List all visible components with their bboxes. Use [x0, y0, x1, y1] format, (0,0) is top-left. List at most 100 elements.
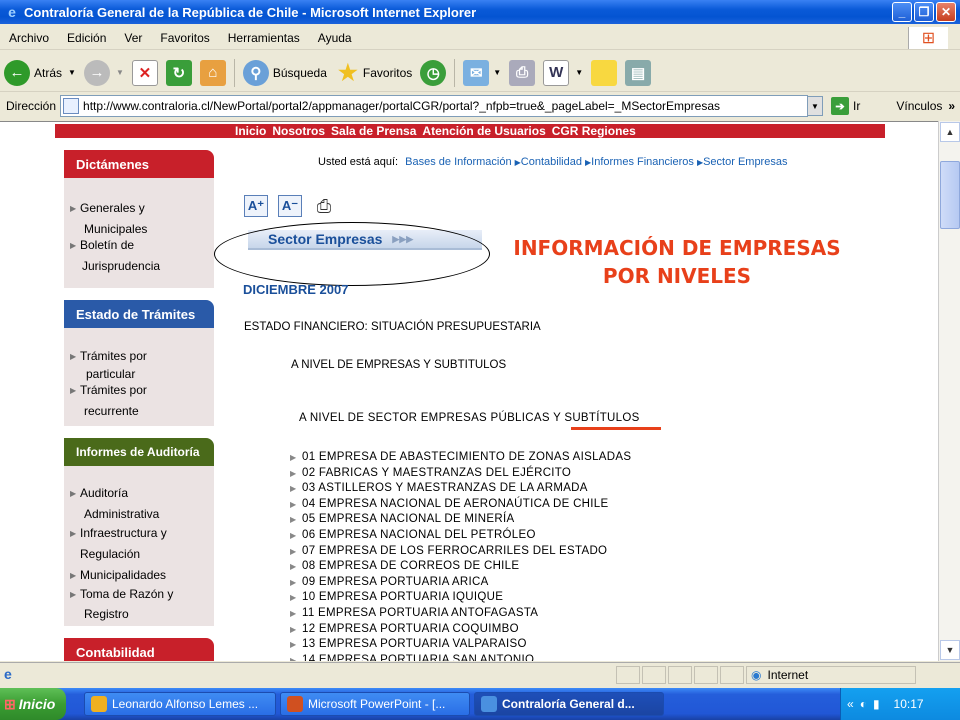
task-powerpoint[interactable]: Microsoft PowerPoint - [... [280, 692, 470, 716]
taskbar: ⊞ Inicio Leonardo Alfonso Lemes ... Micr… [0, 688, 960, 720]
star-icon: ★ [338, 59, 358, 85]
company-item[interactable]: ▶ 03 ASTILLEROS Y MAESTRANZAS DE LA ARMAD… [290, 481, 631, 497]
menu-ayuda[interactable]: Ayuda [309, 31, 361, 45]
minimize-button[interactable]: _ [892, 2, 912, 22]
company-item[interactable]: ▶ 07 EMPRESA DE LOS FERROCARRILES DEL EST… [290, 544, 631, 560]
company-item[interactable]: ▶ 05 EMPRESA NACIONAL DE MINERÍA [290, 512, 631, 528]
breadcrumb-bases[interactable]: Bases de Información [405, 156, 511, 168]
breadcrumb-sector-empresas[interactable]: Sector Empresas [703, 156, 787, 168]
decrease-font-button[interactable]: A⁻ [278, 195, 302, 217]
task-leonardo[interactable]: Leonardo Alfonso Lemes ... [84, 692, 276, 716]
company-item[interactable]: ▶ 08 EMPRESA DE CORREOS DE CHILE [290, 559, 631, 575]
tray-expand-icon[interactable]: « [847, 697, 854, 711]
clock[interactable]: 10:17 [894, 697, 924, 711]
company-item[interactable]: ▶ 12 EMPRESA PORTUARIA COQUIMBO [290, 622, 631, 638]
sidebar-item-infraestructura[interactable]: ▶ Infraestructura y [70, 524, 214, 543]
edit-button[interactable]: W ▼ [539, 57, 587, 89]
bullet-arrow-icon: ▶ [290, 499, 297, 509]
links-label[interactable]: Vínculos [896, 99, 942, 113]
company-item[interactable]: ▶ 02 FABRICAS Y MAESTRANZAS DEL EJÉRCITO [290, 466, 631, 482]
sidebar-item-recurrente-cont[interactable]: recurrente [70, 401, 214, 422]
sidebar-header-estado-tramites[interactable]: Estado de Trámites [64, 300, 214, 328]
company-item[interactable]: ▶ 09 EMPRESA PORTUARIA ARICA [290, 575, 631, 591]
company-item[interactable]: ▶ 01 EMPRESA DE ABASTECIMIENTO DE ZONAS A… [290, 450, 631, 466]
address-dropdown-icon[interactable]: ▼ [807, 96, 824, 116]
sidebar-item-municipalidades[interactable]: ▶ Municipalidades [70, 566, 214, 585]
statement-heading: ESTADO FINANCIERO: SITUACIÓN PRESUPUESTA… [244, 321, 541, 333]
forward-dropdown-icon[interactable]: ▼ [116, 68, 124, 77]
menu-edicion[interactable]: Edición [58, 31, 115, 45]
back-dropdown-icon[interactable]: ▼ [68, 68, 76, 77]
ie-icon: e [8, 4, 16, 20]
sidebar-item-boletin-cont[interactable]: Jurisprudencia [70, 256, 214, 277]
go-button[interactable]: ➔ Ir [831, 97, 860, 115]
level-heading[interactable]: A NIVEL DE EMPRESAS Y SUBTITULOS [291, 359, 506, 371]
scroll-thumb[interactable] [940, 161, 960, 229]
nav-inicio[interactable]: Inicio [235, 124, 266, 138]
vertical-scrollbar[interactable]: ▲ ▼ [938, 121, 960, 661]
company-item[interactable]: ▶ 06 EMPRESA NACIONAL DEL PETRÓLEO [290, 528, 631, 544]
nav-nosotros[interactable]: Nosotros [272, 124, 325, 138]
company-item[interactable]: ▶ 13 EMPRESA PORTUARIA VALPARAISO [290, 637, 631, 653]
sidebar-item-toma-de-razon[interactable]: ▶ Toma de Razón y [70, 585, 214, 604]
sidebar-item-tramites-recurrente[interactable]: ▶ Trámites por [70, 380, 214, 401]
menu-herramientas[interactable]: Herramientas [219, 31, 309, 45]
powerpoint-icon [287, 696, 303, 712]
annotation-title-line1: INFORMACIÓN DE EMPRESAS [513, 236, 841, 260]
task-contraloria[interactable]: Contraloría General d... [474, 692, 664, 716]
sidebar-item-regulacion[interactable]: Regulación [70, 545, 214, 564]
menu-archivo[interactable]: Archivo [0, 31, 58, 45]
chevron-right-icon[interactable]: » [948, 99, 955, 113]
start-button[interactable]: ⊞ Inicio [0, 688, 66, 720]
refresh-button[interactable]: ↻ [162, 57, 196, 89]
tray-security-icon[interactable]: ▮ [873, 697, 880, 711]
company-item[interactable]: ▶ 14 EMPRESA PORTUARIA SAN ANTONIO [290, 653, 631, 661]
back-label: Atrás [34, 65, 63, 80]
back-arrow-icon: ← [4, 59, 30, 86]
toolbar: ← Atrás ▼ → ▼ ✕ ↻ ⌂ ⚲ Búsqueda ★ Favorit… [0, 54, 960, 92]
sidebar-item-registro[interactable]: Registro [70, 605, 214, 624]
sidebar-header-dictamenes[interactable]: Dictámenes [64, 150, 214, 178]
close-button[interactable]: ✕ [936, 2, 956, 22]
bullet-arrow-icon: ▶ [290, 655, 297, 661]
tray-network-icon[interactable]: ◐ [860, 697, 867, 711]
maximize-button[interactable]: ❐ [914, 2, 934, 22]
window-titlebar[interactable]: e Contraloría General de la República de… [0, 0, 960, 24]
breadcrumb-contabilidad[interactable]: Contabilidad [521, 156, 582, 168]
breadcrumb-informes[interactable]: Informes Financieros [591, 156, 694, 168]
printer-icon[interactable]: ⎙ [312, 195, 336, 217]
stop-button[interactable]: ✕ [128, 57, 162, 89]
system-tray: « ◐ ▮ 10:17 [840, 688, 960, 720]
search-button[interactable]: ⚲ Búsqueda [239, 57, 331, 89]
company-item[interactable]: ▶ 11 EMPRESA PORTUARIA ANTOFAGASTA [290, 606, 631, 622]
history-button[interactable]: ◷ [416, 57, 450, 89]
research-button[interactable]: ▤ [621, 57, 655, 89]
favorites-button[interactable]: ★ Favoritos [331, 57, 416, 89]
bullet-arrow-icon: ▶ [290, 484, 297, 494]
sidebar-header-informes-auditoria[interactable]: Informes de Auditoría [64, 438, 214, 466]
ie-task-icon [481, 696, 497, 712]
menu-ver[interactable]: Ver [115, 31, 151, 45]
sidebar-item-auditoria-cont[interactable]: Administrativa [70, 505, 214, 524]
increase-font-button[interactable]: A⁺ [244, 195, 268, 217]
company-item[interactable]: ▶ 10 EMPRESA PORTUARIA IQUIQUE [290, 590, 631, 606]
home-button[interactable]: ⌂ [196, 57, 230, 89]
discuss-button[interactable] [587, 57, 621, 89]
nav-sala-de-prensa[interactable]: Sala de Prensa [331, 124, 416, 138]
mail-button[interactable]: ✉ ▼ [459, 57, 505, 89]
forward-button[interactable]: → ▼ [80, 57, 128, 89]
address-input[interactable]: http://www.contraloria.cl/NewPortal/port… [60, 95, 809, 117]
sidebar-header-contabilidad[interactable]: Contabilidad [64, 638, 214, 661]
back-button[interactable]: ← Atrás ▼ [0, 57, 80, 89]
sidebar-item-auditoria[interactable]: ▶ Auditoría [70, 484, 214, 503]
sector-level-link[interactable]: A NIVEL DE SECTOR EMPRESAS PÚBLICAS Y SU… [299, 412, 640, 424]
scroll-down-icon[interactable]: ▼ [940, 640, 960, 660]
nav-atencion-usuarios[interactable]: Atención de Usuarios [422, 124, 545, 138]
menu-favoritos[interactable]: Favoritos [151, 31, 218, 45]
company-label: 12 EMPRESA PORTUARIA COQUIMBO [302, 622, 519, 635]
company-item[interactable]: ▶ 04 EMPRESA NACIONAL DE AERONAÚTICA DE C… [290, 497, 631, 513]
scroll-up-icon[interactable]: ▲ [940, 122, 960, 142]
sidebar-item-generales[interactable]: ▶ Generales y [70, 198, 214, 219]
nav-cgr-regiones[interactable]: CGR Regiones [552, 124, 636, 138]
print-button[interactable]: ⎙ [505, 57, 539, 89]
